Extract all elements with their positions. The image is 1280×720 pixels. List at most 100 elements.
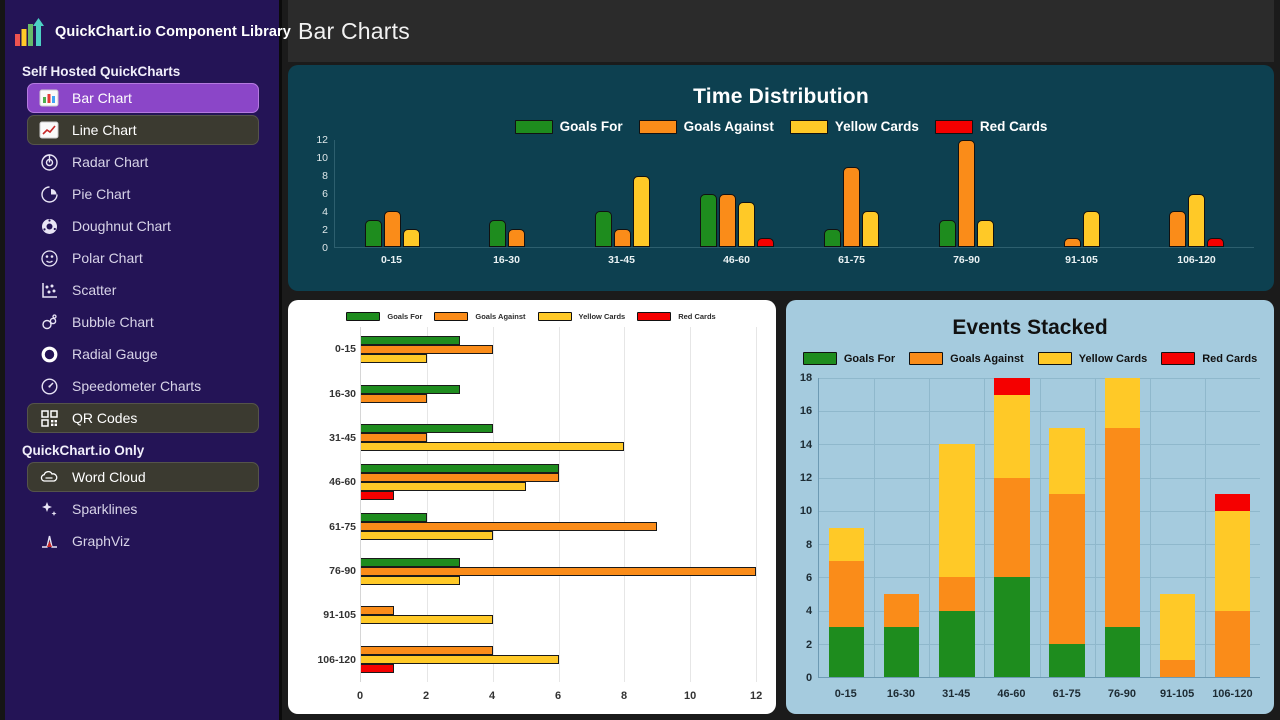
stack-segment[interactable]	[1214, 510, 1251, 611]
bar[interactable]	[1082, 211, 1100, 247]
stack-segment[interactable]	[884, 593, 920, 628]
bar[interactable]	[361, 353, 427, 363]
stacked-bar[interactable]	[939, 444, 975, 677]
bar[interactable]	[361, 646, 493, 656]
bar[interactable]	[843, 166, 861, 247]
bar[interactable]	[977, 220, 995, 247]
bar[interactable]	[361, 384, 460, 394]
bar[interactable]	[939, 220, 957, 247]
legend-item[interactable]: Red Cards	[637, 312, 716, 321]
bar[interactable]	[361, 473, 559, 483]
bar[interactable]	[824, 229, 842, 247]
sidebar-item-scatter[interactable]: Scatter	[27, 275, 259, 305]
bar[interactable]	[361, 531, 493, 541]
legend-item[interactable]: Red Cards	[934, 119, 1047, 134]
bar[interactable]	[361, 655, 559, 665]
stack-segment[interactable]	[1104, 378, 1140, 428]
bar[interactable]	[361, 424, 493, 434]
bar[interactable]	[1169, 211, 1187, 247]
bar[interactable]	[361, 335, 460, 345]
stack-segment[interactable]	[1159, 660, 1195, 677]
bar[interactable]	[862, 211, 880, 247]
sidebar-item-radar-chart[interactable]: Radar Chart	[27, 147, 259, 177]
stack-segment[interactable]	[884, 627, 920, 677]
bar[interactable]	[361, 522, 658, 532]
stack-segment[interactable]	[829, 627, 865, 677]
bar[interactable]	[700, 193, 718, 247]
bar[interactable]	[361, 575, 460, 585]
bar[interactable]	[361, 606, 394, 616]
bar[interactable]	[489, 220, 507, 247]
legend-item[interactable]: Yellow Cards	[789, 119, 919, 134]
stacked-bar[interactable]	[829, 527, 865, 677]
stack-segment[interactable]	[994, 394, 1030, 478]
stacked-bar[interactable]	[994, 378, 1030, 677]
sidebar-item-line-chart[interactable]: Line Chart	[27, 115, 259, 145]
sidebar-item-word-cloud[interactable]: Word Cloud	[27, 462, 259, 492]
bar[interactable]	[361, 615, 493, 625]
legend-item[interactable]: Goals Against	[434, 312, 526, 321]
stack-segment[interactable]	[1049, 494, 1085, 644]
bar[interactable]	[361, 393, 427, 403]
legend-item[interactable]: Goals Against	[909, 352, 1024, 365]
bar[interactable]	[402, 229, 420, 247]
legend-item[interactable]: Yellow Cards	[537, 312, 625, 321]
stacked-bar[interactable]	[1104, 378, 1140, 677]
stacked-bar[interactable]	[1159, 593, 1195, 677]
sidebar-item-doughnut-chart[interactable]: Doughnut Chart	[27, 211, 259, 241]
sidebar-item-bar-chart[interactable]: Bar Chart	[27, 83, 259, 113]
legend-item[interactable]: Red Cards	[1161, 352, 1257, 365]
bar[interactable]	[364, 220, 382, 247]
bar[interactable]	[1207, 238, 1225, 247]
stacked-bar[interactable]	[1214, 494, 1251, 677]
bar[interactable]	[958, 140, 976, 247]
sidebar-item-speedometer-charts[interactable]: Speedometer Charts	[27, 371, 259, 401]
bar[interactable]	[1188, 193, 1206, 247]
stack-segment[interactable]	[939, 610, 975, 677]
bar[interactable]	[361, 557, 460, 567]
bar[interactable]	[613, 229, 631, 247]
bar[interactable]	[361, 566, 757, 576]
stack-segment[interactable]	[1159, 593, 1195, 661]
bar[interactable]	[719, 193, 737, 247]
bar[interactable]	[383, 211, 401, 247]
stacked-bar[interactable]	[884, 593, 920, 677]
stack-segment[interactable]	[1104, 427, 1140, 628]
bar[interactable]	[361, 344, 493, 354]
bar[interactable]	[757, 238, 775, 247]
sidebar-item-bubble-chart[interactable]: Bubble Chart	[27, 307, 259, 337]
sidebar-item-radial-gauge[interactable]: Radial Gauge	[27, 339, 259, 369]
bar[interactable]	[361, 464, 559, 474]
legend-item[interactable]: Goals Against	[638, 119, 774, 134]
sidebar-item-polar-chart[interactable]: Polar Chart	[27, 243, 259, 273]
stack-segment[interactable]	[1104, 627, 1140, 677]
legend-item[interactable]: Yellow Cards	[1037, 352, 1147, 365]
bar[interactable]	[361, 491, 394, 501]
stack-segment[interactable]	[1214, 610, 1251, 677]
legend-item[interactable]: Goals For	[346, 312, 422, 321]
stack-segment[interactable]	[1214, 494, 1251, 511]
bar[interactable]	[508, 229, 526, 247]
bar[interactable]	[632, 175, 650, 247]
sidebar-item-sparklines[interactable]: Sparklines	[27, 494, 259, 524]
bar[interactable]	[361, 442, 625, 452]
stack-segment[interactable]	[829, 527, 865, 561]
bar[interactable]	[1063, 238, 1081, 247]
stack-segment[interactable]	[939, 577, 975, 611]
stack-segment[interactable]	[994, 577, 1030, 677]
stack-segment[interactable]	[994, 378, 1030, 395]
legend-item[interactable]: Goals For	[514, 119, 623, 134]
bar[interactable]	[361, 513, 427, 523]
legend-item[interactable]: Goals For	[802, 352, 895, 365]
bar[interactable]	[738, 202, 756, 247]
stacked-bar[interactable]	[1049, 427, 1085, 677]
stack-segment[interactable]	[1049, 427, 1085, 495]
bar[interactable]	[361, 433, 427, 443]
stack-segment[interactable]	[939, 444, 975, 578]
stack-segment[interactable]	[829, 560, 865, 628]
stack-segment[interactable]	[994, 477, 1030, 578]
bar[interactable]	[361, 482, 526, 492]
stack-segment[interactable]	[1049, 643, 1085, 677]
sidebar-item-graphviz[interactable]: GraphViz	[27, 526, 259, 556]
bar[interactable]	[361, 664, 394, 674]
